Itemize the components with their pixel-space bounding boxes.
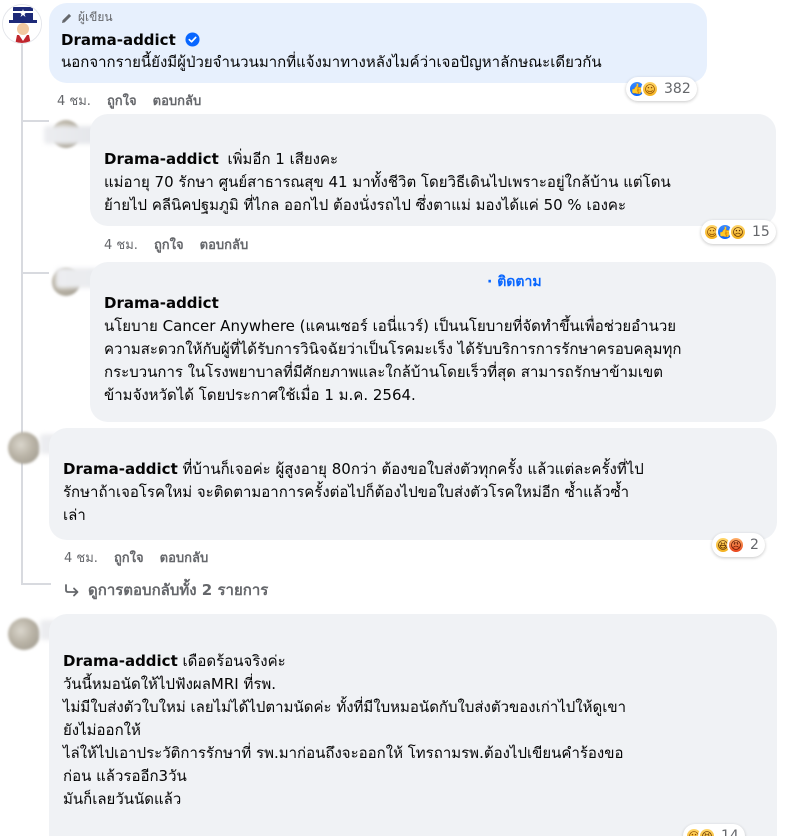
reaction-summary[interactable]: ☺ 😆 14 — [683, 824, 745, 836]
comment-text-line: ยังไม่ออกให้ — [63, 721, 141, 739]
reply-time[interactable]: 4 ชม. — [104, 234, 138, 255]
reply-text-line: ความสะดวกให้กับผู้ที่ได้รับการวินิจฉัยว่… — [104, 340, 682, 358]
comment-text-line: ไล่ให้ไปเอาประวัติการรักษาที่ รพ.มาก่อนถ… — [63, 744, 624, 762]
mentioned-name[interactable]: Drama-addict — [63, 652, 178, 670]
thread-connector — [21, 272, 49, 274]
reply-text-line: แม่อายุ 70 รักษา ศูนย์สาธารณสุข 41 มาทั้… — [104, 173, 671, 191]
reaction-count: 15 — [752, 224, 770, 240]
haha-icon: 😆 — [698, 827, 716, 836]
reply-arrow-icon — [65, 584, 79, 597]
commenter-avatar[interactable] — [8, 618, 40, 650]
reaction-summary[interactable]: ☺ 👍 ☹ 15 — [701, 220, 776, 244]
thread-line — [21, 44, 23, 584]
comment-text-line: ที่บ้านก็เจอค่ะ ผู้สูงอายุ 80กว่า ต้องขอ… — [177, 460, 644, 478]
reply-text-line: ข้ามจังหวัดได้ โดยประกาศใช้เมื่อ 1 ม.ค. … — [104, 386, 416, 404]
like-button[interactable]: ถูกใจ — [107, 90, 137, 111]
reply-bubble: Drama-addict เพิ่มอีก 1 เสียงคะ แม่อายุ … — [90, 114, 776, 226]
thread-connector — [21, 583, 51, 585]
reply-text-line: กระบวนการ ในโรงพยาบาลที่มีศักยภาพและใกล้… — [104, 363, 663, 381]
comment-text-line: ก่อน แล้วรออีก3วัน — [63, 767, 187, 785]
reply-text-line: ย้ายไป คลีนิคปฐมภูมิ ที่ไกล ออกไป ต้องนั… — [104, 196, 627, 214]
care-icon: ☺ — [641, 80, 659, 98]
reaction-count: 14 — [721, 828, 739, 836]
comment-text-line: ไม่มีใบส่งตัวใบใหม่ เลยไม่ได้ไปตามนัดค่ะ… — [63, 698, 627, 716]
reaction-summary[interactable]: 👍 ☺ 382 — [626, 77, 697, 101]
view-replies-link[interactable]: ดูการตอบกลับทั้ง 2 รายการ — [64, 578, 268, 602]
author-badge-label: ผู้เขียน — [78, 10, 113, 24]
reaction-summary[interactable]: 😆 😠 2 — [712, 533, 765, 557]
uncle-sam-avatar-icon — [3, 5, 41, 43]
comment-text-line: วันนี้หมอนัดให้ไปฟังผลMRI ที่รพ. — [63, 675, 277, 693]
author-badge: ผู้เขียน — [61, 8, 695, 27]
like-button[interactable]: ถูกใจ — [154, 234, 184, 255]
follow-button[interactable]: · ติดตาม — [487, 271, 542, 293]
reply-bubble: Drama-addict นโยบาย Cancer Anywhere (แคน… — [90, 262, 776, 422]
pencil-icon — [62, 13, 72, 23]
sad-icon: ☹ — [729, 223, 747, 241]
mentioned-name[interactable]: Drama-addict — [63, 460, 178, 478]
reply-text-line: เพิ่มอีก 1 เสียงคะ — [227, 150, 339, 168]
reply-text-line: นโยบาย Cancer Anywhere (แคนเซอร์ เอนี่แว… — [104, 317, 677, 335]
comment-text: นอกจากรายนี้ยังมีผู้ป่วยจำนวนมากที่แจ้งม… — [61, 53, 602, 71]
comment-actions: 4 ชม. ถูกใจ ตอบกลับ — [64, 547, 208, 568]
comment-time[interactable]: 4 ชม. — [64, 547, 98, 568]
like-button[interactable]: ถูกใจ — [114, 547, 144, 568]
comment-text-line: รักษาถ้าเจอโรคใหม่ จะติดตามอาการครั้งต่อ… — [63, 483, 630, 501]
comment-bubble: Drama-addict เดือดร้อนจริงค่ะ วันนี้หมอน… — [49, 614, 777, 836]
author-comment-bubble: ผู้เขียน Drama-addict นอกจากรายนี้ยังมีผ… — [49, 3, 707, 83]
comment-text-line: เล่า — [63, 506, 86, 524]
reaction-count: 2 — [750, 537, 759, 553]
reaction-count: 382 — [664, 81, 691, 97]
comment-text-line: มันก็เลยวันนัดแล้ว — [63, 790, 182, 808]
reply-button[interactable]: ตอบกลับ — [153, 90, 202, 111]
verified-badge-icon — [185, 32, 200, 47]
reply-button[interactable]: ตอบกลับ — [200, 234, 249, 255]
comment-time[interactable]: 4 ชม. — [57, 90, 91, 111]
comment-bubble: Drama-addict ที่บ้านก็เจอค่ะ ผู้สูงอายุ … — [49, 428, 777, 540]
comment-text-line: เดือดร้อนจริงค่ะ — [177, 652, 286, 670]
reply-button[interactable]: ตอบกลับ — [160, 547, 209, 568]
author-avatar[interactable] — [2, 4, 42, 44]
angry-icon: 😠 — [727, 536, 745, 554]
thread-connector — [21, 120, 49, 122]
mentioned-name[interactable]: Drama-addict — [104, 294, 219, 312]
commenter-avatar[interactable] — [8, 432, 40, 464]
view-replies-label: ดูการตอบกลับทั้ง 2 รายการ — [88, 581, 269, 599]
mentioned-name[interactable]: Drama-addict — [104, 150, 219, 168]
reply-actions: 4 ชม. ถูกใจ ตอบกลับ — [104, 234, 248, 255]
comment-actions: 4 ชม. ถูกใจ ตอบกลับ — [57, 90, 201, 111]
comment-author-name[interactable]: Drama-addict — [61, 31, 176, 49]
